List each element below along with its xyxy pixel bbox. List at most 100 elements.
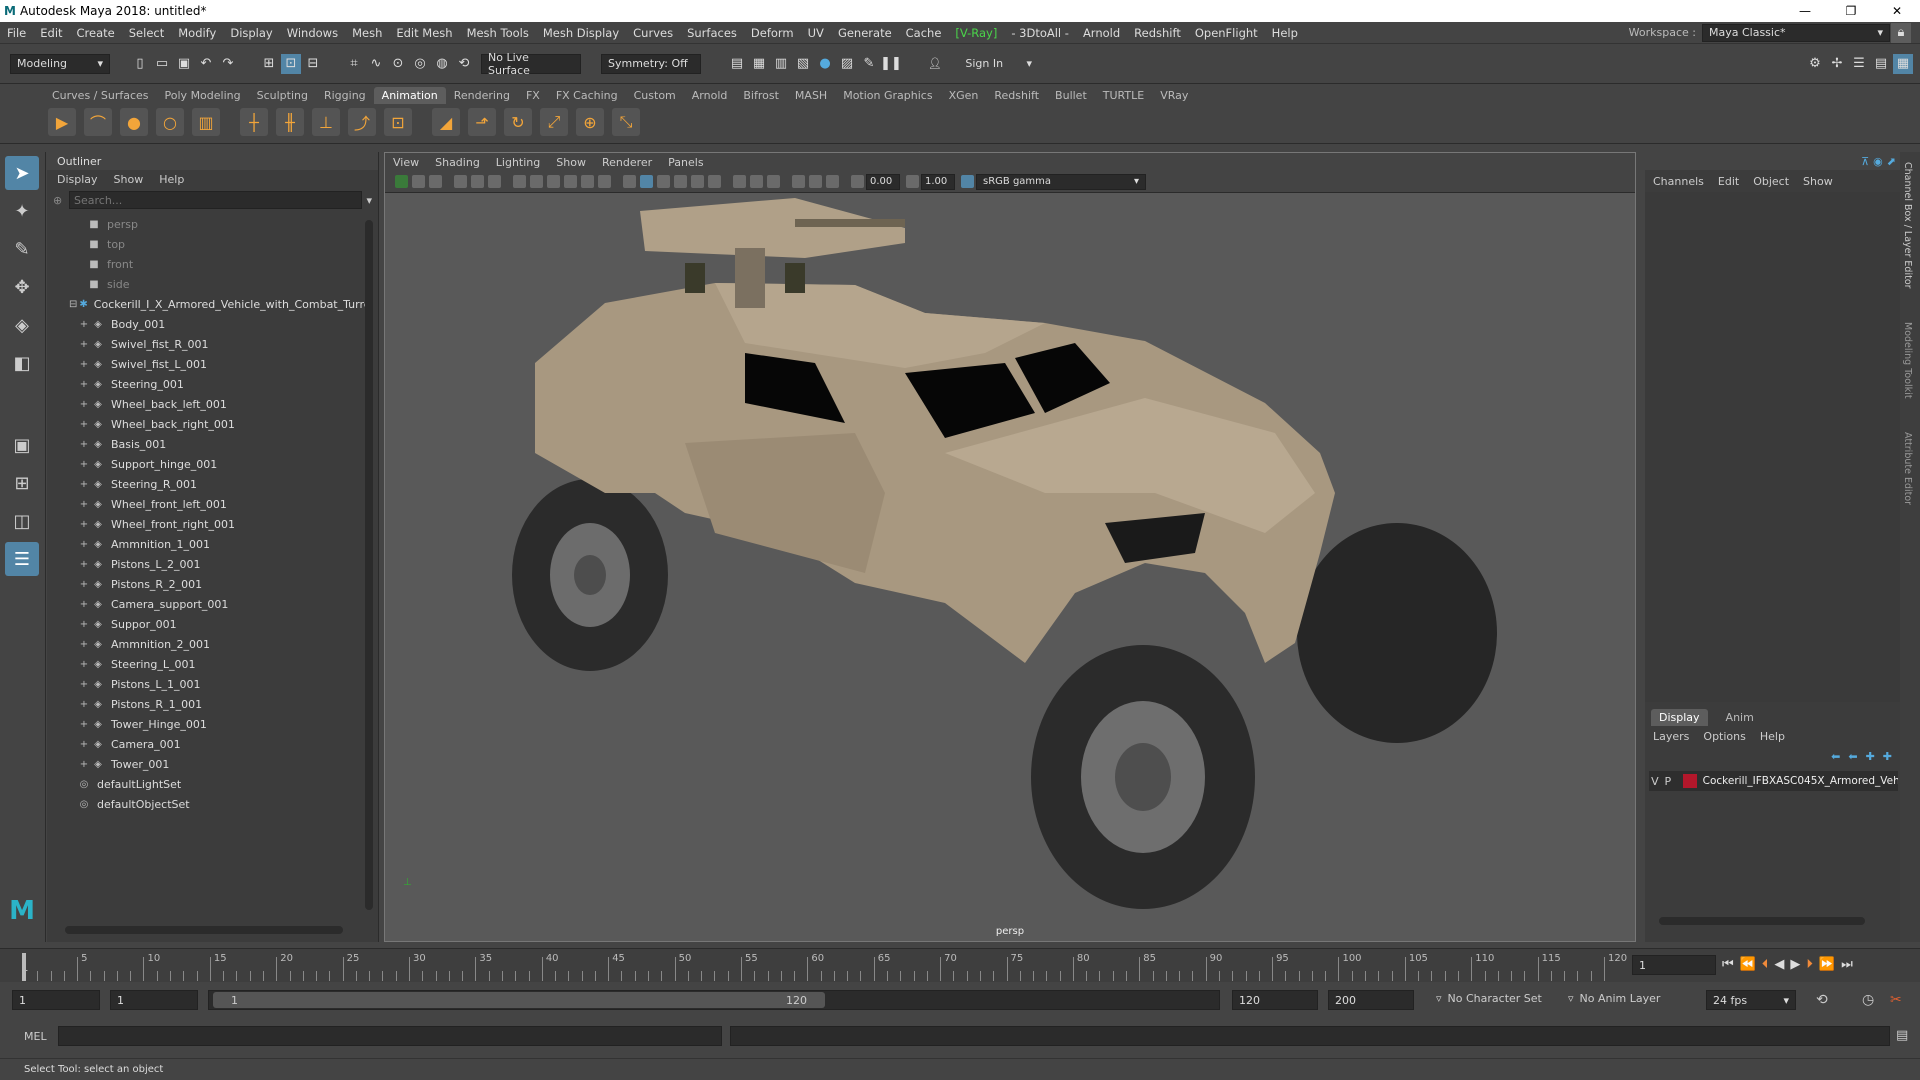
shelf-tab-fx[interactable]: FX — [518, 87, 548, 104]
channel-box-icon[interactable]: ▦ — [1893, 53, 1913, 74]
shelf-tab-rendering[interactable]: Rendering — [446, 87, 518, 104]
shelf-tab-mash[interactable]: MASH — [787, 87, 835, 104]
expand-icon[interactable]: + — [79, 659, 89, 670]
ambient-occlusion-icon[interactable] — [733, 175, 746, 188]
lights-icon[interactable] — [691, 175, 704, 188]
filter-icon[interactable]: ⊕ — [53, 194, 69, 207]
field-chart-icon[interactable] — [581, 175, 594, 188]
shelf-tab-animation[interactable]: Animation — [373, 87, 446, 104]
menu-file[interactable]: File — [0, 26, 33, 40]
expand-icon[interactable]: + — [79, 639, 89, 650]
anim-preferences-icon[interactable]: ✂ — [1890, 992, 1902, 1008]
new-scene-icon[interactable]: ▯ — [130, 54, 150, 74]
lattice-icon[interactable]: ⊡ — [384, 108, 412, 136]
four-view-layout-icon[interactable]: ⊞ — [5, 466, 39, 500]
outliner-camera-item[interactable]: ■ front — [57, 254, 357, 274]
image-plane-icon[interactable] — [454, 175, 467, 188]
animation-end-field[interactable]: 200 — [1328, 990, 1414, 1010]
expand-icon[interactable]: + — [79, 759, 89, 770]
layer-row[interactable]: V P Cockerill_IFBXASC045X_Armored_Veh — [1649, 771, 1898, 791]
layer-menu-options[interactable]: Options — [1703, 730, 1745, 743]
xray-joints-icon[interactable] — [826, 175, 839, 188]
shelf-tab-poly-modeling[interactable]: Poly Modeling — [157, 87, 249, 104]
expand-icon[interactable]: + — [79, 459, 89, 470]
minimize-icon[interactable]: — — [1782, 4, 1828, 18]
outliner-hscrollbar[interactable] — [65, 926, 343, 934]
outliner-camera-item[interactable]: ■ persp — [57, 214, 357, 234]
joint-icon[interactable]: ┼ — [240, 108, 268, 136]
set-key-rotate-icon[interactable]: ↻ — [504, 108, 532, 136]
vehicle-model[interactable] — [385, 193, 1635, 941]
motion-trail-icon[interactable]: ⌒ — [84, 108, 112, 136]
outliner-mesh-item[interactable]: + ◈ Camera_support_001 — [57, 594, 357, 614]
safe-action-icon[interactable] — [598, 175, 611, 188]
expand-icon[interactable]: + — [79, 519, 89, 530]
fps-dropdown[interactable]: 24 fps ▾ — [1706, 990, 1796, 1010]
layer-menu-help[interactable]: Help — [1760, 730, 1785, 743]
undo-icon[interactable]: ↶ — [196, 54, 216, 74]
outliner-mesh-item[interactable]: + ◈ Tower_001 — [57, 754, 357, 774]
move-layer-down-icon[interactable]: ⬅ — [1848, 750, 1857, 763]
expand-icon[interactable]: + — [79, 619, 89, 630]
menu-mesh-tools[interactable]: Mesh Tools — [460, 26, 536, 40]
new-layer-selected-icon[interactable]: ✚ — [1883, 750, 1892, 763]
menu-mesh-display[interactable]: Mesh Display — [536, 26, 626, 40]
shelf-tab-redshift[interactable]: Redshift — [986, 87, 1047, 104]
menu-deform[interactable]: Deform — [744, 26, 801, 40]
viewport-menu-view[interactable]: View — [393, 156, 419, 169]
shelf-tab-bifrost[interactable]: Bifrost — [735, 87, 787, 104]
pause-icon[interactable]: ❚❚ — [880, 54, 902, 74]
grease-pencil-icon[interactable] — [488, 175, 501, 188]
close-icon[interactable]: ✕ — [1874, 4, 1920, 18]
outliner-mesh-item[interactable]: + ◈ Swivel_fist_R_001 — [57, 334, 357, 354]
outliner-mesh-item[interactable]: + ◈ Pistons_R_1_001 — [57, 694, 357, 714]
side-tab-channel-box[interactable]: Channel Box / Layer Editor — [1902, 162, 1913, 289]
snap-grid-icon[interactable]: ⌗ — [344, 54, 364, 74]
outliner-mesh-item[interactable]: + ◈ Ammnition_1_001 — [57, 534, 357, 554]
select-object-icon[interactable]: ⊡ — [281, 53, 301, 74]
set-key-scale-icon[interactable]: ⤢ — [540, 108, 568, 136]
outliner-mesh-item[interactable]: + ◈ Wheel_front_left_001 — [57, 494, 357, 514]
color-management-icon[interactable] — [961, 175, 974, 188]
script-editor-icon[interactable]: ▤ — [1896, 1028, 1908, 1043]
bind-skin-icon[interactable]: ⊥ — [312, 108, 340, 136]
outliner-mesh-item[interactable]: + ◈ Pistons_R_2_001 — [57, 574, 357, 594]
bookmark-icon[interactable] — [429, 175, 442, 188]
expand-icon[interactable]: + — [79, 419, 89, 430]
outliner-mesh-item[interactable]: + ◈ Wheel_front_right_001 — [57, 514, 357, 534]
outliner-root-item[interactable]: ⊟ ✱ Cockerill_I_X_Armored_Vehicle_with_Com… — [57, 294, 371, 314]
outliner-camera-item[interactable]: ■ top — [57, 234, 357, 254]
parent-constraint-icon[interactable]: ⤡ — [612, 108, 640, 136]
layer-menu-layers[interactable]: Layers — [1653, 730, 1689, 743]
viewport-menu-show[interactable]: Show — [556, 156, 586, 169]
constraint-icon[interactable]: ⊕ — [576, 108, 604, 136]
textured-icon[interactable] — [674, 175, 687, 188]
step-forward-key-icon[interactable]: ⏩ — [1819, 957, 1835, 972]
expand-icon[interactable]: + — [79, 439, 89, 450]
menu-mesh[interactable]: Mesh — [345, 26, 389, 40]
vray-render-icon[interactable]: ✎ — [859, 54, 879, 74]
menu-generate[interactable]: Generate — [831, 26, 899, 40]
ipr-render-icon[interactable]: ▥ — [771, 54, 791, 74]
grid-icon[interactable] — [513, 175, 526, 188]
outliner-mesh-item[interactable]: + ◈ Steering_L_001 — [57, 654, 357, 674]
shadows-icon[interactable] — [708, 175, 721, 188]
tool-settings-icon[interactable]: ▤ — [1871, 54, 1891, 74]
side-tab-attribute-editor[interactable]: Attribute Editor — [1902, 432, 1913, 505]
pin-icon[interactable]: ⊼ — [1861, 155, 1869, 168]
channel-menu-edit[interactable]: Edit — [1718, 175, 1739, 188]
go-to-end-icon[interactable]: ⏭ — [1841, 957, 1853, 972]
go-to-start-icon[interactable]: ⏮ — [1722, 957, 1734, 972]
modeling-toolkit-icon[interactable]: ⚙︎ — [1805, 54, 1825, 74]
menu-cache[interactable]: Cache — [899, 26, 949, 40]
expand-icon[interactable]: + — [79, 699, 89, 710]
shelf-tab-bullet[interactable]: Bullet — [1047, 87, 1095, 104]
current-frame-field[interactable]: 1 — [1632, 955, 1716, 975]
outliner-mesh-item[interactable]: + ◈ Pistons_L_1_001 — [57, 674, 357, 694]
menu-modify[interactable]: Modify — [171, 26, 223, 40]
expand-icon[interactable]: + — [79, 579, 89, 590]
menu-create[interactable]: Create — [70, 26, 122, 40]
unghost-icon[interactable]: ○ — [156, 108, 184, 136]
outliner-mesh-item[interactable]: + ◈ Pistons_L_2_001 — [57, 554, 357, 574]
current-time-marker[interactable] — [22, 953, 26, 981]
